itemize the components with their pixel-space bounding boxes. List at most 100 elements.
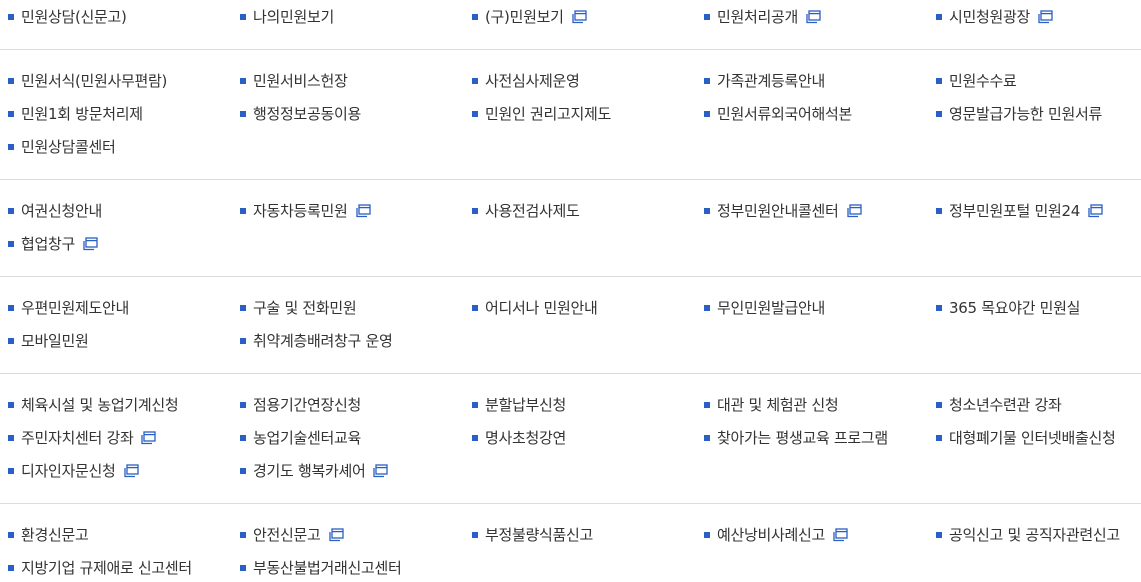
menu-link[interactable]: 우편민원제도안내 [0,291,232,324]
menu-link[interactable]: 명사초청강연 [464,421,696,454]
menu-link-label: 안전신문고 [253,525,321,544]
bullet-icon [704,207,710,214]
menu-link[interactable]: 모바일민원 [0,324,232,357]
menu-link[interactable]: 찾아가는 평생교육 프로그램 [696,421,928,454]
new-window-icon [570,9,587,24]
new-window-icon [1036,9,1053,24]
bullet-icon [8,337,14,344]
menu-link[interactable]: 경기도 행복카셰어 [232,454,464,487]
new-window-icon [81,236,98,251]
menu-link[interactable]: 민원서식(민원사무편람) [0,64,232,97]
bullet-icon [240,207,246,214]
menu-link-label: 구술 및 전화민원 [253,298,357,317]
menu-link[interactable]: 디자인자문신청 [0,454,232,487]
menu-link[interactable]: 영문발급가능한 민원서류 [928,97,1141,130]
menu-link-label: 민원상담(신문고) [21,7,127,26]
new-window-icon [845,203,862,218]
menu-link[interactable]: 시민청원광장 [928,0,1141,33]
menu-link[interactable]: 민원상담(신문고) [0,0,232,33]
menu-link[interactable]: 정부민원포털 민원24 [928,194,1141,227]
menu-link[interactable]: 협업창구 [0,227,232,260]
menu-link-label: 체육시설 및 농업기계신청 [21,395,179,414]
menu-link[interactable]: 청소년수련관 강좌 [928,388,1141,421]
menu-link-label: 환경신문고 [21,525,89,544]
menu-link-label: 여권신청안내 [21,201,103,220]
menu-link[interactable]: 행정정보공동이용 [232,97,464,130]
menu-link[interactable]: 예산낭비사례신고 [696,518,928,551]
menu-link-label: 우편민원제도안내 [21,298,130,317]
menu-link[interactable]: 민원서비스헌장 [232,64,464,97]
menu-link-label: 행정정보공동이용 [253,104,362,123]
menu-link[interactable]: 점용기간연장신청 [232,388,464,421]
menu-link-label: 명사초청강연 [485,428,567,447]
menu-link-label: 민원서류외국어해석본 [717,104,853,123]
menu-link-label: 무인민원발급안내 [717,298,826,317]
menu-link[interactable]: 나의민원보기 [232,0,464,33]
menu-link[interactable]: 무인민원발급안내 [696,291,928,324]
menu-link-label: 민원서식(민원사무편람) [21,71,168,90]
menu-link[interactable]: 민원처리공개 [696,0,928,33]
menu-link[interactable]: 여권신청안내 [0,194,232,227]
bullet-icon [8,207,14,214]
menu-link[interactable]: 분할납부신청 [464,388,696,421]
menu-link[interactable]: 사전심사제운영 [464,64,696,97]
bullet-icon [936,77,942,84]
menu-link[interactable]: 자동차등록민원 [232,194,464,227]
menu-link[interactable]: 사용전검사제도 [464,194,696,227]
menu-link[interactable]: 민원수수료 [928,64,1141,97]
menu-link[interactable]: 가족관계등록안내 [696,64,928,97]
menu-link-label: 농업기술센터교육 [253,428,362,447]
bullet-icon [472,13,478,20]
menu-link[interactable]: 민원1회 방문처리제 [0,97,232,130]
menu-link-label: 민원서비스헌장 [253,71,348,90]
menu-link-label: 분할납부신청 [485,395,567,414]
bullet-icon [8,143,14,150]
menu-link[interactable]: 구술 및 전화민원 [232,291,464,324]
menu-link-label: 민원수수료 [949,71,1017,90]
civil-service-menu: 민원상담(신문고) 나의민원보기 (구)민원보기 민원처리공개 시민청원광장민원서식(민… [0,0,1141,582]
link-group: 환경신문고 안전신문고 부정불량식품신고 예산낭비사례신고 공익신고 및 공직자관련신고… [0,504,1141,582]
menu-link[interactable]: 체육시설 및 농업기계신청 [0,388,232,421]
link-group: 민원상담(신문고) 나의민원보기 (구)민원보기 민원처리공개 시민청원광장 [0,0,1141,50]
menu-link-label: 부동산불법거래신고센터 [253,558,402,577]
menu-link[interactable]: 안전신문고 [232,518,464,551]
bullet-icon [936,401,942,408]
menu-link[interactable]: 365 목요야간 민원실 [928,291,1141,324]
bullet-icon [240,110,246,117]
menu-link[interactable]: 민원인 권리고지제도 [464,97,696,130]
link-group: 여권신청안내 자동차등록민원 사용전검사제도 정부민원안내콜센터 정부민원포털 민원24… [0,180,1141,277]
menu-link[interactable]: 정부민원안내콜센터 [696,194,928,227]
menu-link-label: 협업창구 [21,234,76,253]
menu-link[interactable]: 부정불량식품신고 [464,518,696,551]
menu-link[interactable]: 대관 및 체험관 신청 [696,388,928,421]
menu-link-label: 찾아가는 평생교육 프로그램 [717,428,888,447]
bullet-icon [704,77,710,84]
new-window-icon [804,9,821,24]
menu-link-label: 공익신고 및 공직자관련신고 [949,525,1120,544]
menu-link[interactable]: 민원서류외국어해석본 [696,97,928,130]
bullet-icon [704,13,710,20]
menu-link-label: 모바일민원 [21,331,89,350]
menu-link-label: 사용전검사제도 [485,201,580,220]
bullet-icon [472,110,478,117]
bullet-icon [936,531,942,538]
bullet-icon [472,434,478,441]
bullet-icon [704,401,710,408]
menu-link[interactable]: (구)민원보기 [464,0,696,33]
bullet-icon [704,434,710,441]
menu-link-label: 나의민원보기 [253,7,335,26]
menu-link[interactable]: 취약계층배려창구 운영 [232,324,464,357]
menu-link[interactable]: 농업기술센터교육 [232,421,464,454]
menu-link[interactable]: 환경신문고 [0,518,232,551]
menu-link[interactable]: 민원상담콜센터 [0,130,232,163]
menu-link[interactable]: 어디서나 민원안내 [464,291,696,324]
bullet-icon [704,110,710,117]
bullet-icon [240,564,246,571]
menu-link[interactable]: 대형폐기물 인터넷배출신청 [928,421,1141,454]
menu-link-label: 민원1회 방문처리제 [21,104,143,123]
menu-link[interactable]: 주민자치센터 강좌 [0,421,232,454]
bullet-icon [936,110,942,117]
menu-link[interactable]: 부동산불법거래신고센터 [232,551,464,582]
menu-link[interactable]: 지방기업 규제애로 신고센터 [0,551,232,582]
menu-link[interactable]: 공익신고 및 공직자관련신고 [928,518,1141,551]
